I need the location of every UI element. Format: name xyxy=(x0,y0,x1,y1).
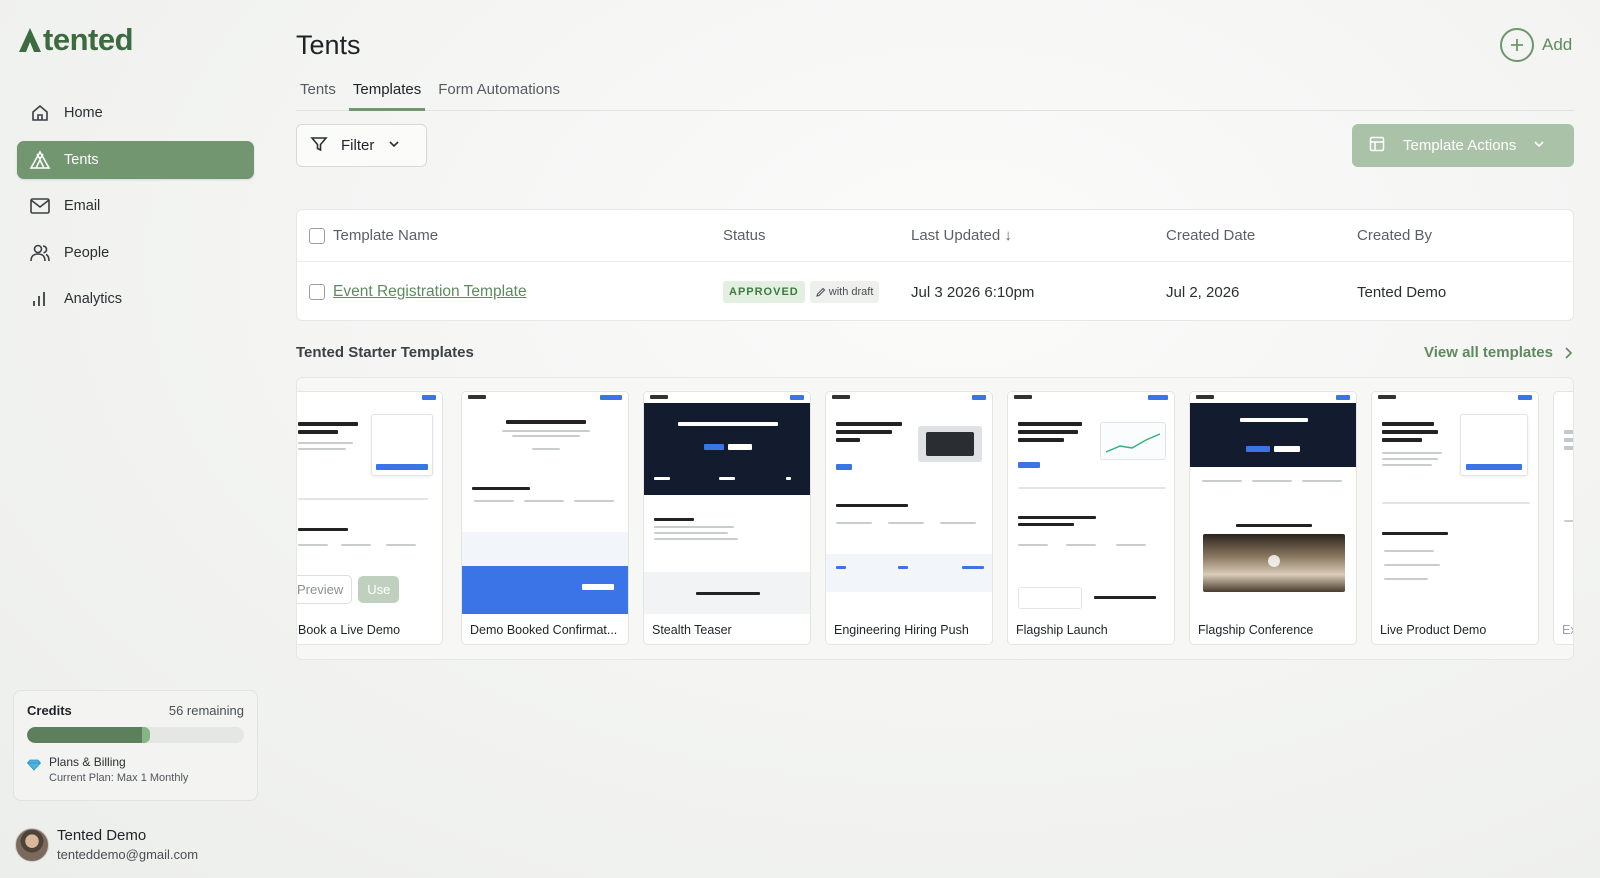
tab-templates[interactable]: Templates xyxy=(348,78,426,111)
sidebar-item-home[interactable]: Home xyxy=(17,94,254,132)
card-title: Ex xyxy=(1562,623,1573,637)
template-thumbnail xyxy=(1554,392,1573,614)
plus-icon xyxy=(1500,28,1534,62)
card-title: Book a Live Demo xyxy=(298,623,401,637)
created-by-value: Tented Demo xyxy=(1357,283,1447,301)
select-all-checkbox[interactable] xyxy=(309,210,325,261)
template-thumbnail xyxy=(1190,392,1356,614)
template-thumbnail xyxy=(826,392,992,614)
template-thumbnail xyxy=(1372,392,1538,614)
card-title: Live Product Demo xyxy=(1380,623,1487,637)
tent-logo-icon xyxy=(19,28,41,52)
sidebar: tented Home Tents Email People Analytics… xyxy=(0,0,270,878)
template-card[interactable]: Ex xyxy=(1553,391,1573,645)
logo[interactable]: tented xyxy=(18,22,134,58)
sidebar-item-email[interactable]: Email xyxy=(17,187,254,225)
billing-title: Plans & Billing xyxy=(49,755,126,769)
add-label: Add xyxy=(1542,35,1573,54)
status-badge: APPROVED xyxy=(723,281,805,303)
sidebar-item-label: Email xyxy=(64,198,101,214)
template-card[interactable]: Engineering Hiring Push xyxy=(825,391,993,645)
starter-templates-carousel[interactable]: Preview Use Book a Live Demo Demo Booked… xyxy=(296,377,1574,660)
view-all-templates-link[interactable]: View all templates xyxy=(1424,344,1575,361)
logo-text: tented xyxy=(43,22,134,57)
template-card[interactable]: Demo Booked Confirmat... xyxy=(461,391,629,645)
user-profile[interactable]: Tented Demo tenteddemo@gmail.com xyxy=(15,827,198,862)
sidebar-item-label: People xyxy=(64,244,110,261)
table-row[interactable]: Event Registration Template APPROVED wit… xyxy=(297,262,1573,322)
sidebar-item-tents[interactable]: Tents xyxy=(17,140,254,179)
col-created-by[interactable]: Created By xyxy=(1357,210,1432,261)
sidebar-item-analytics[interactable]: Analytics xyxy=(17,280,254,318)
preview-button[interactable]: Preview xyxy=(297,575,353,604)
templates-table: Template Name Status Last Updated ↓ Crea… xyxy=(296,209,1574,321)
template-card[interactable]: Flagship Launch xyxy=(1007,391,1175,645)
card-title: Flagship Conference xyxy=(1198,623,1314,637)
card-title: Flagship Launch xyxy=(1016,623,1108,637)
credits-panel[interactable]: Credits 56 remaining Plans & Billing Cur… xyxy=(13,690,258,801)
starter-templates-title: Tented Starter Templates xyxy=(296,344,474,361)
tab-tents[interactable]: Tents xyxy=(296,78,340,111)
chevron-down-icon xyxy=(388,137,400,154)
sidebar-item-label: Tents xyxy=(64,151,99,168)
credits-progress-bar xyxy=(27,727,244,743)
template-actions-label: Template Actions xyxy=(1403,137,1517,154)
col-created-date[interactable]: Created Date xyxy=(1166,210,1255,261)
sidebar-nav: Home Tents Email People Analytics xyxy=(17,94,254,327)
avatar xyxy=(15,827,49,862)
user-email: tenteddemo@gmail.com xyxy=(57,847,199,862)
template-thumbnail xyxy=(462,392,628,614)
preview-label: Preview xyxy=(297,582,344,597)
template-thumbnail xyxy=(644,392,810,614)
sidebar-item-people[interactable]: People xyxy=(17,234,254,272)
card-title: Demo Booked Confirmat... xyxy=(470,623,618,637)
home-icon xyxy=(29,102,51,124)
plans-billing-link[interactable]: Plans & Billing Current Plan: Max 1 Mont… xyxy=(26,755,244,784)
template-name-link[interactable]: Event Registration Template xyxy=(333,283,527,301)
add-button[interactable]: Add xyxy=(1500,28,1572,62)
filter-button[interactable]: Filter xyxy=(296,124,427,167)
layout-icon xyxy=(1369,136,1385,156)
col-status[interactable]: Status xyxy=(723,210,766,261)
pencil-icon xyxy=(815,287,826,297)
credits-remaining: 56 remaining xyxy=(168,703,244,718)
user-name: Tented Demo xyxy=(57,827,147,844)
filter-icon xyxy=(310,135,328,157)
credits-title: Credits xyxy=(27,703,72,718)
template-actions-button[interactable]: Template Actions xyxy=(1352,124,1574,167)
use-button[interactable]: Use xyxy=(358,576,400,603)
card-title: Stealth Teaser xyxy=(652,623,732,637)
tent-icon xyxy=(29,149,51,171)
last-updated-value: Jul 3 2026 6:10pm xyxy=(911,283,1035,301)
chevron-right-icon xyxy=(1565,346,1573,359)
page-title: Tents xyxy=(296,30,361,60)
row-checkbox[interactable] xyxy=(309,262,325,322)
tab-bar: Tents Templates Form Automations xyxy=(296,78,1574,111)
col-last-updated[interactable]: Last Updated ↓ xyxy=(911,210,1012,261)
mail-icon xyxy=(29,195,51,217)
template-card[interactable]: Live Product Demo xyxy=(1371,391,1539,645)
filter-label: Filter xyxy=(341,137,375,154)
bar-chart-icon xyxy=(29,288,51,310)
draft-label: with draft xyxy=(828,286,874,298)
view-all-label: View all templates xyxy=(1424,344,1553,361)
template-thumbnail xyxy=(1008,392,1174,614)
card-hover-actions: Preview Use xyxy=(297,575,442,604)
template-card[interactable]: Stealth Teaser xyxy=(643,391,811,645)
card-title: Engineering Hiring Push xyxy=(834,623,969,637)
table-header: Template Name Status Last Updated ↓ Crea… xyxy=(297,210,1573,262)
diamond-icon xyxy=(26,758,42,784)
template-card[interactable]: Preview Use Book a Live Demo xyxy=(297,391,443,645)
tab-form-automations[interactable]: Form Automations xyxy=(434,78,564,111)
sidebar-item-label: Analytics xyxy=(64,291,123,307)
credits-progress-fill xyxy=(27,727,151,743)
people-icon xyxy=(29,242,51,264)
sidebar-item-label: Home xyxy=(64,105,103,121)
created-date-value: Jul 2, 2026 xyxy=(1166,283,1240,301)
col-template-name[interactable]: Template Name xyxy=(333,210,438,261)
draft-badge: with draft xyxy=(809,281,880,303)
template-card[interactable]: Flagship Conference xyxy=(1189,391,1357,645)
chevron-down-icon xyxy=(1533,137,1545,154)
current-plan: Current Plan: Max 1 Monthly xyxy=(49,772,189,784)
